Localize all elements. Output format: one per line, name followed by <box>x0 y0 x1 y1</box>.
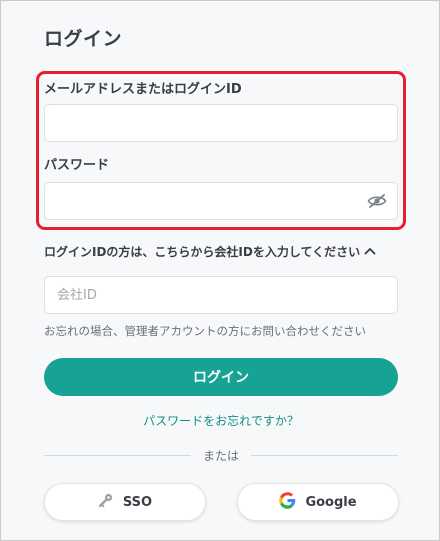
sso-button-label: SSO <box>122 494 153 510</box>
chevron-up-icon <box>364 245 376 259</box>
login-button[interactable]: ログイン <box>44 358 398 396</box>
google-button[interactable]: Google <box>237 483 399 521</box>
password-label: パスワード <box>44 158 110 173</box>
login-panel: ログイン メールアドレスまたはログインID パスワード ログインIDの方は、こち… <box>0 0 440 541</box>
password-field[interactable] <box>44 182 398 220</box>
company-id-toggle[interactable]: ログインIDの方は、こちらから会社IDを入力してください <box>44 243 376 260</box>
forgot-password-link[interactable]: パスワードをお忘れですか？ <box>1 412 439 429</box>
company-id-input[interactable] <box>44 276 398 314</box>
divider-line-left <box>44 454 191 456</box>
key-icon <box>98 492 114 512</box>
or-divider-text: または <box>203 448 240 463</box>
google-button-label: Google <box>305 494 357 510</box>
email-label: メールアドレスまたはログインID <box>44 82 242 97</box>
or-divider: または <box>44 447 399 463</box>
divider-line-right <box>251 454 399 456</box>
eye-off-icon[interactable] <box>366 193 388 209</box>
email-field[interactable] <box>44 104 398 142</box>
google-icon <box>279 491 296 513</box>
page-title: ログイン <box>44 28 123 50</box>
company-id-hint: お忘れの場合、管理者アカウントの方にお問い合わせください <box>44 324 366 338</box>
sso-button[interactable]: SSO <box>44 483 206 521</box>
company-id-toggle-label: ログインIDの方は、こちらから会社IDを入力してください <box>44 245 361 259</box>
